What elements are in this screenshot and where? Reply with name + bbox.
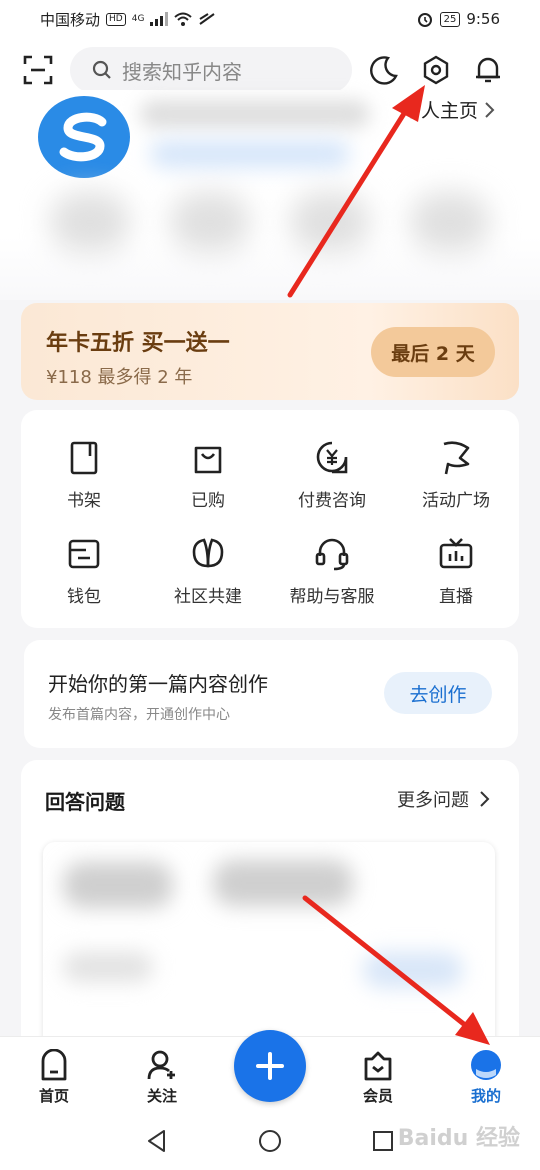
profile-icon bbox=[471, 1050, 501, 1080]
bell-icon bbox=[476, 57, 500, 83]
create-title: 开始你的第一篇内容创作 bbox=[48, 672, 268, 696]
more-questions-link[interactable]: 更多问题 bbox=[397, 786, 491, 812]
network-label: 4G bbox=[131, 14, 145, 24]
grid-label: 直播 bbox=[439, 587, 473, 607]
blurred-text bbox=[63, 952, 153, 982]
tab-follow[interactable]: 关注 bbox=[122, 1049, 202, 1106]
home-circle-icon[interactable] bbox=[257, 1128, 283, 1154]
go-create-button[interactable]: 去创作 bbox=[384, 672, 492, 714]
wallet-icon bbox=[68, 539, 100, 569]
answer-questions-card: 回答问题 更多问题 bbox=[21, 760, 519, 1062]
grid-item-paid-consult[interactable]: 付费咨询 bbox=[272, 440, 392, 530]
blurred-button bbox=[363, 952, 463, 988]
moon-icon bbox=[370, 56, 398, 85]
promo-subtitle: ¥118 最多得 2 年 bbox=[46, 367, 193, 388]
stat-blurred bbox=[170, 192, 250, 252]
wifi-icon bbox=[174, 12, 193, 26]
avatar[interactable] bbox=[38, 96, 130, 178]
flag-icon bbox=[443, 441, 470, 475]
tv-icon bbox=[439, 538, 473, 569]
avatar-logo-icon bbox=[59, 112, 107, 162]
stat-blurred bbox=[290, 192, 370, 252]
scan-button[interactable] bbox=[18, 50, 58, 90]
create-subtitle: 发布首篇内容，开通创作中心 bbox=[48, 707, 230, 723]
hd-badge: HD bbox=[106, 12, 126, 26]
username-blurred bbox=[140, 100, 370, 128]
status-bar: 中国移动 HD 4G 25 9:56 bbox=[0, 0, 540, 38]
question-card-blurred[interactable] bbox=[43, 842, 495, 1062]
night-mode-button[interactable] bbox=[364, 50, 404, 90]
signal-icon bbox=[150, 12, 169, 26]
grid-label: 已购 bbox=[191, 491, 225, 511]
tab-label: 会员 bbox=[362, 1087, 393, 1105]
promo-countdown-button[interactable]: 最后 2 天 bbox=[371, 327, 495, 377]
profile-subtitle-blurred bbox=[150, 140, 350, 168]
homepage-link[interactable]: 个人主页 bbox=[402, 96, 496, 123]
vip-icon bbox=[364, 1051, 392, 1081]
promo-title: 年卡五折 买一送一 bbox=[46, 331, 230, 356]
settings-button[interactable] bbox=[416, 50, 456, 90]
tab-vip[interactable]: 会员 bbox=[338, 1049, 418, 1106]
grid-item-activity[interactable]: 活动广场 bbox=[396, 440, 516, 530]
stat-blurred bbox=[50, 192, 130, 252]
book-icon bbox=[70, 441, 98, 475]
grid-label: 书架 bbox=[67, 491, 101, 511]
headset-icon bbox=[315, 538, 349, 571]
tab-label: 我的 bbox=[470, 1087, 501, 1105]
blurred-text bbox=[213, 860, 353, 906]
answer-title: 回答问题 bbox=[45, 790, 125, 814]
leaf-icon bbox=[192, 538, 224, 568]
back-triangle-icon[interactable] bbox=[144, 1128, 170, 1154]
chevron-right-icon bbox=[485, 101, 495, 118]
grid-label: 钱包 bbox=[67, 587, 101, 607]
more-questions-label: 更多问题 bbox=[397, 790, 469, 811]
tab-label: 关注 bbox=[146, 1087, 177, 1105]
search-icon bbox=[92, 60, 111, 79]
tab-label: 首页 bbox=[38, 1087, 69, 1105]
grid-item-bookshelf[interactable]: 书架 bbox=[24, 440, 144, 530]
scan-icon bbox=[23, 55, 53, 85]
grid-label: 活动广场 bbox=[422, 491, 490, 511]
create-content-card: 开始你的第一篇内容创作 发布首篇内容，开通创作中心 去创作 bbox=[24, 640, 518, 748]
alarm-icon bbox=[417, 13, 432, 27]
vip-promo-banner[interactable]: 年卡五折 买一送一 ¥118 最多得 2 年 最后 2 天 bbox=[21, 303, 519, 400]
plus-icon bbox=[256, 1052, 284, 1080]
clock: 9:56 bbox=[466, 10, 500, 28]
stat-blurred bbox=[410, 192, 490, 252]
grid-item-wallet[interactable]: 钱包 bbox=[24, 536, 144, 626]
blurred-text bbox=[63, 862, 173, 908]
chevron-right-icon bbox=[480, 791, 490, 807]
carrier-label: 中国移动 bbox=[40, 10, 101, 29]
tab-profile[interactable]: 我的 bbox=[446, 1049, 526, 1106]
grid-label: 社区共建 bbox=[174, 587, 242, 607]
bag-icon bbox=[194, 446, 222, 474]
homepage-link-label: 个人主页 bbox=[401, 100, 478, 122]
tab-home[interactable]: 首页 bbox=[14, 1049, 94, 1106]
yen-chat-icon bbox=[316, 441, 348, 474]
follow-icon bbox=[147, 1050, 175, 1080]
data-saver-icon bbox=[199, 13, 216, 25]
watermark: Baidu 经验 bbox=[397, 1126, 520, 1151]
publish-button[interactable] bbox=[234, 1030, 306, 1102]
settings-hexagon-icon bbox=[423, 55, 449, 85]
recents-square-icon[interactable] bbox=[370, 1128, 396, 1154]
home-icon bbox=[41, 1049, 67, 1081]
feature-grid: 书架 已购 付费咨询 活动广场 钱包 社区共建 帮助与客服 直播 bbox=[21, 410, 519, 628]
search-input[interactable]: 搜索知乎内容 bbox=[70, 47, 352, 93]
notification-button[interactable] bbox=[468, 50, 508, 90]
grid-label: 付费咨询 bbox=[298, 491, 366, 511]
grid-item-help[interactable]: 帮助与客服 bbox=[272, 536, 392, 626]
grid-item-purchased[interactable]: 已购 bbox=[148, 440, 268, 530]
grid-item-community[interactable]: 社区共建 bbox=[148, 536, 268, 626]
grid-item-live[interactable]: 直播 bbox=[396, 536, 516, 626]
battery-level: 25 bbox=[439, 11, 461, 27]
search-placeholder: 搜索知乎内容 bbox=[122, 59, 242, 84]
grid-label: 帮助与客服 bbox=[289, 587, 375, 607]
